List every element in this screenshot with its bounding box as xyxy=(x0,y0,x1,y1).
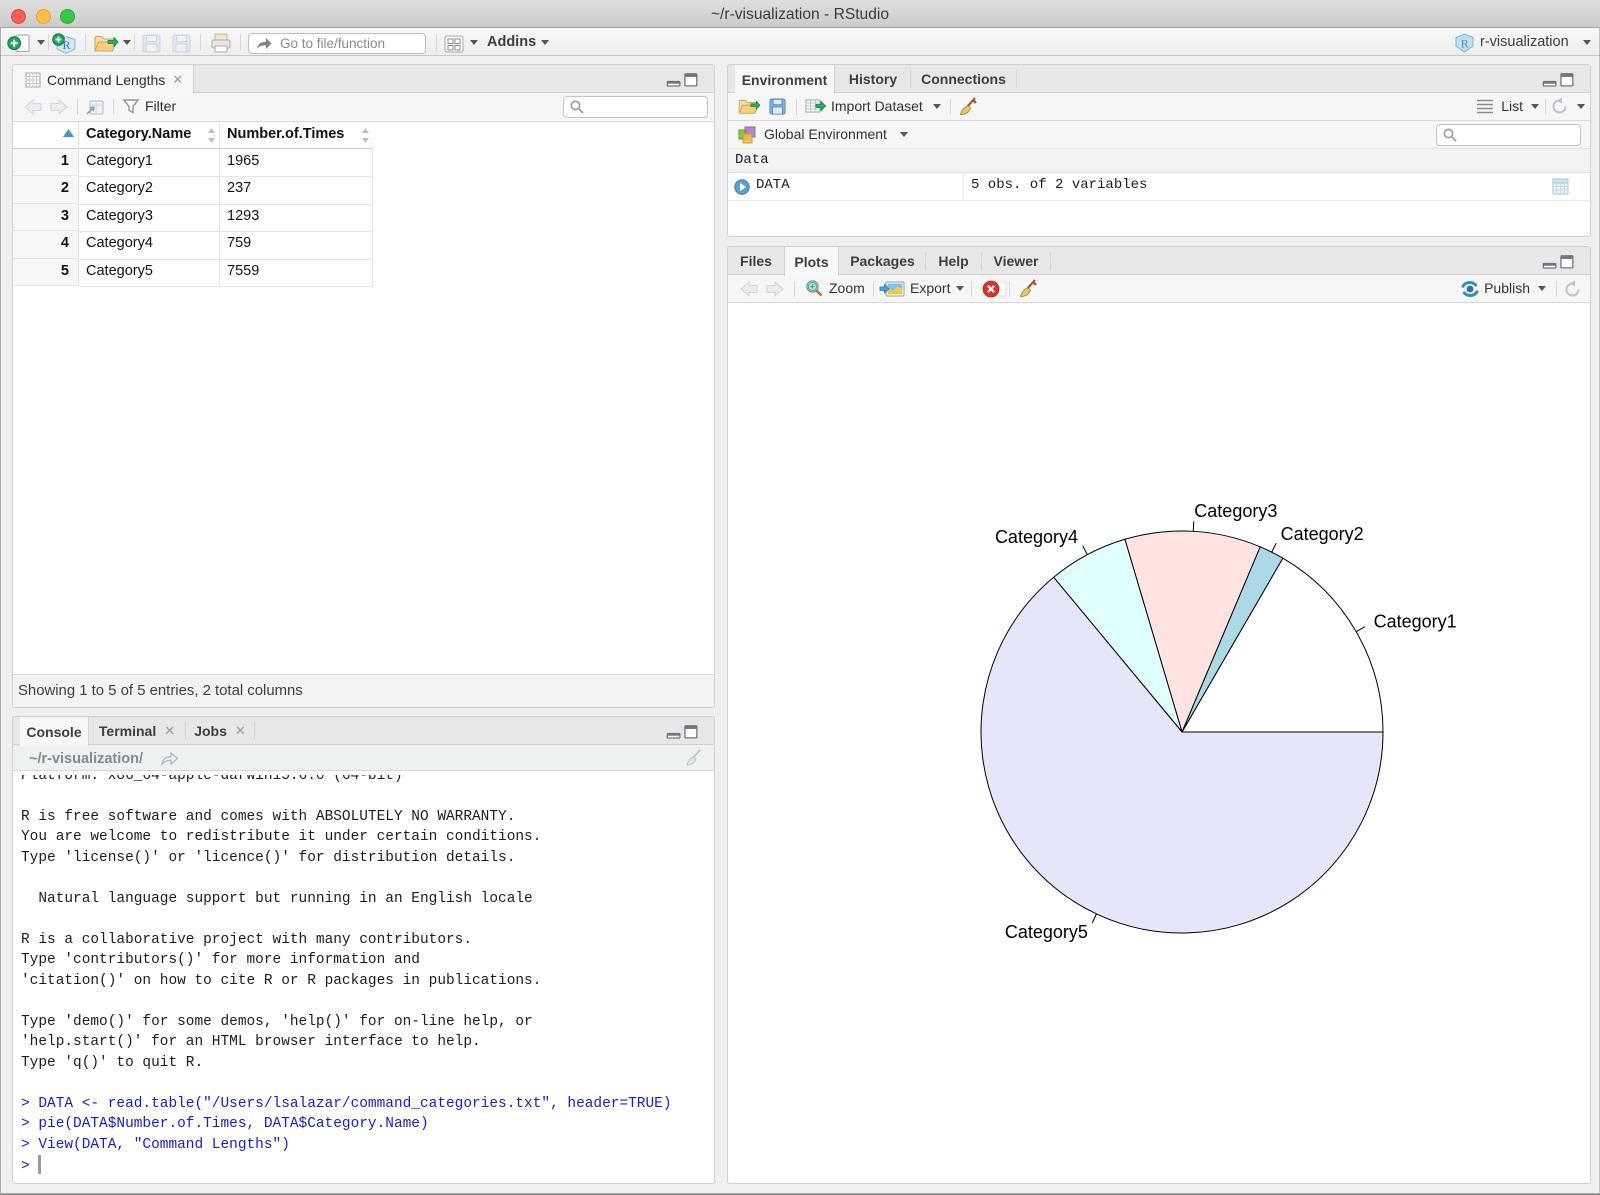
svg-text:R: R xyxy=(1461,37,1469,51)
svg-text:Category5: Category5 xyxy=(1005,922,1088,942)
svg-text:Category3: Category3 xyxy=(1194,501,1277,521)
svg-text:Category1: Category1 xyxy=(1374,612,1457,632)
svg-text:Category4: Category4 xyxy=(995,527,1078,547)
svg-text:Category2: Category2 xyxy=(1281,524,1364,544)
